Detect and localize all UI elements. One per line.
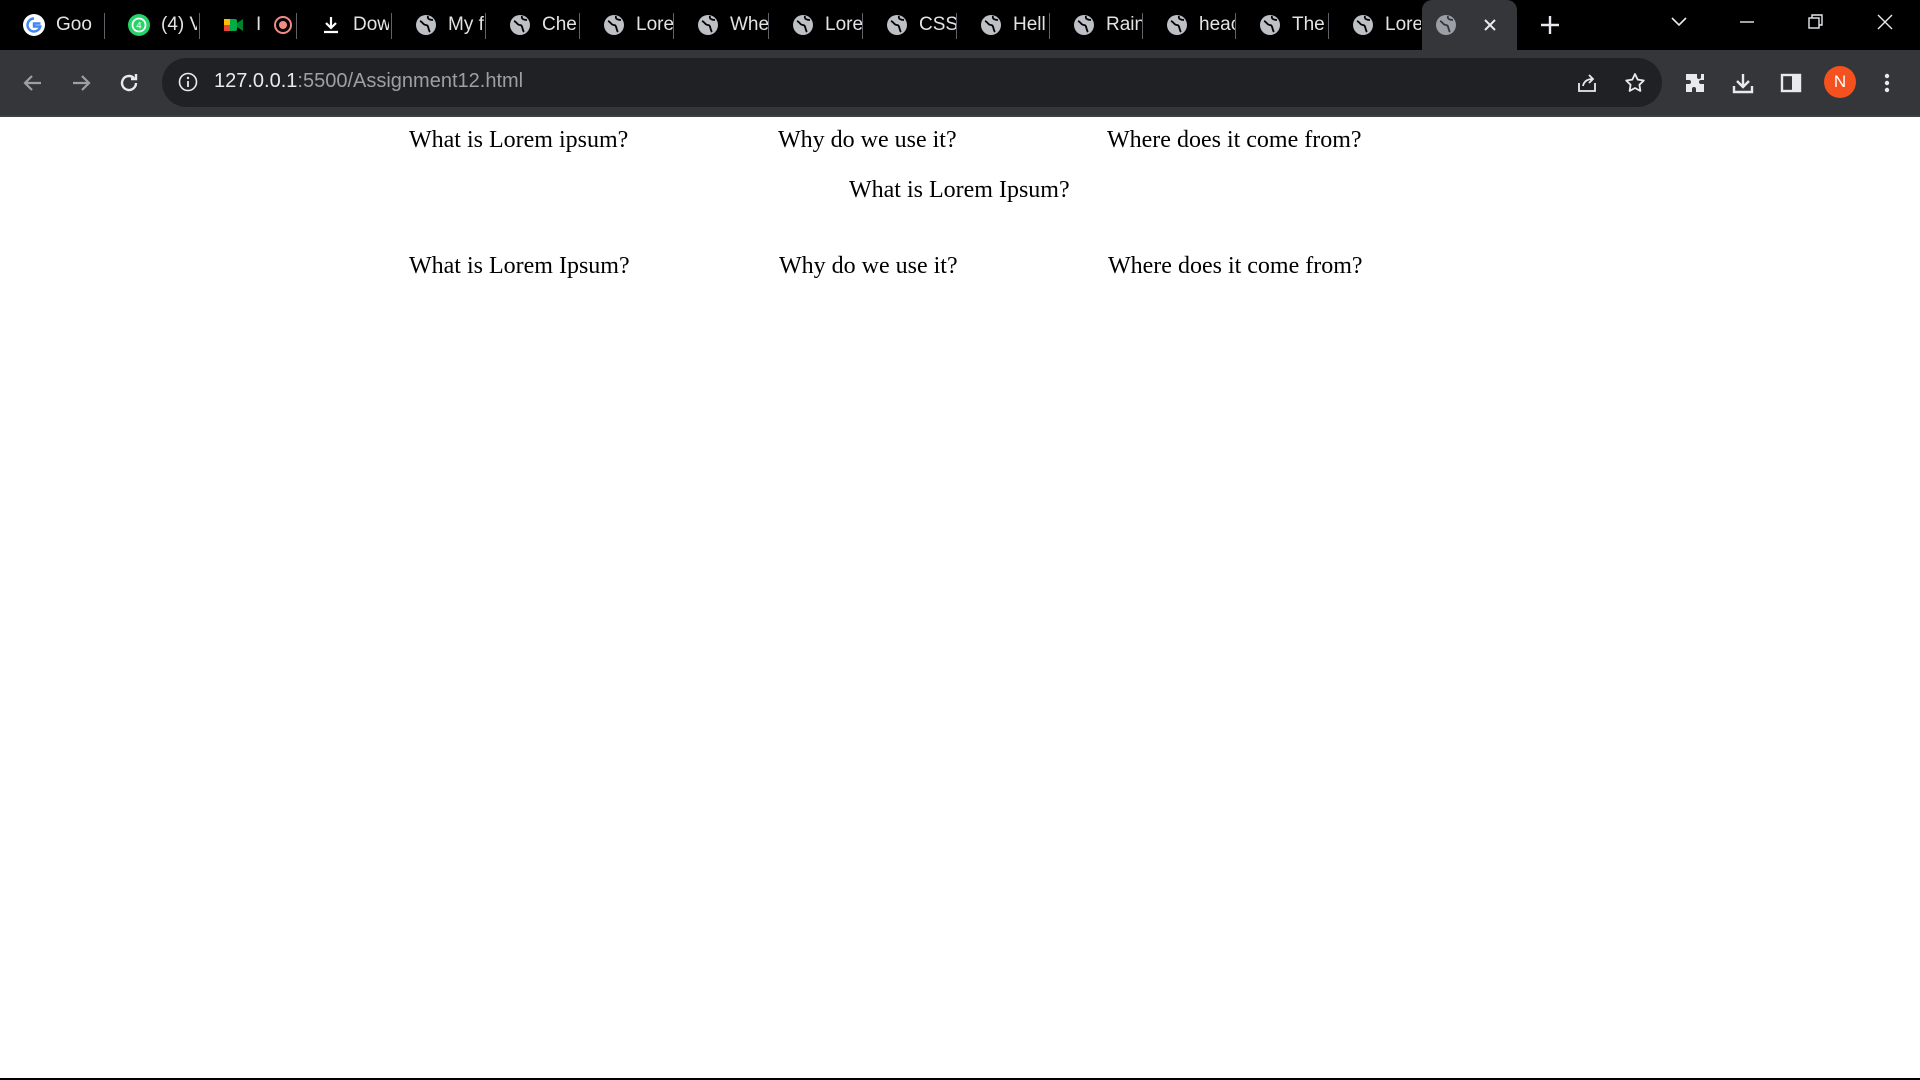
tab-page-7[interactable]: Lore bbox=[580, 0, 674, 50]
tab-label: I bbox=[256, 14, 262, 35]
globe-icon bbox=[508, 13, 532, 37]
tab-label: Che bbox=[542, 14, 577, 35]
top-nav-item-where: Where does it come from? bbox=[1107, 127, 1362, 153]
forward-icon[interactable] bbox=[64, 66, 98, 100]
tab-label: The bbox=[1292, 14, 1325, 35]
tab-label: Hell bbox=[1013, 14, 1046, 35]
tab-label: Dow bbox=[353, 14, 389, 35]
tab-google[interactable]: Goo bbox=[0, 0, 105, 50]
tab-label: My f bbox=[448, 14, 484, 35]
tab-active[interactable] bbox=[1422, 0, 1517, 50]
downloads-icon[interactable] bbox=[1726, 66, 1760, 100]
tab-strip: Goo 4 (4) V I Dow My f Che Lore Whe Lore… bbox=[0, 0, 1920, 50]
profile-avatar[interactable]: N bbox=[1824, 66, 1856, 98]
close-window-icon[interactable] bbox=[1855, 0, 1915, 44]
tab-label: Lore bbox=[1385, 14, 1421, 35]
url-host: 127.0.0.1 bbox=[214, 70, 298, 92]
site-info-icon[interactable] bbox=[176, 70, 200, 94]
tab-page-6[interactable]: Che bbox=[486, 0, 580, 50]
recording-icon bbox=[274, 16, 292, 34]
bottom-nav-item-where: Where does it come from? bbox=[1108, 253, 1363, 279]
tab-label: Rain bbox=[1106, 14, 1142, 35]
top-nav-item-what: What is Lorem ipsum? bbox=[409, 127, 629, 153]
viewport-border bbox=[0, 115, 1920, 117]
address-bar[interactable]: 127.0.0.1:5500/Assignment12.html bbox=[162, 58, 1662, 107]
globe-icon bbox=[1434, 13, 1458, 37]
restore-icon[interactable] bbox=[1786, 0, 1846, 44]
tab-page-5[interactable]: My f bbox=[392, 0, 486, 50]
tab-page-8[interactable]: Whe bbox=[674, 0, 769, 50]
menu-kebab-icon[interactable] bbox=[1870, 66, 1904, 100]
extensions-icon[interactable] bbox=[1678, 66, 1712, 100]
google-meet-icon bbox=[222, 13, 246, 37]
tab-page-15[interactable]: Lore bbox=[1329, 0, 1422, 50]
url-path: :5500/Assignment12.html bbox=[297, 70, 524, 92]
tab-page-11[interactable]: Hell bbox=[957, 0, 1050, 50]
bottom-nav-item-why: Why do we use it? bbox=[779, 253, 958, 279]
globe-icon bbox=[602, 13, 626, 37]
share-icon[interactable] bbox=[1574, 70, 1600, 96]
top-nav-item-why: Why do we use it? bbox=[778, 127, 957, 153]
tab-page-12[interactable]: Rain bbox=[1050, 0, 1143, 50]
tab-page-13[interactable]: heac bbox=[1143, 0, 1236, 50]
close-tab-icon[interactable] bbox=[1477, 12, 1503, 38]
download-icon bbox=[319, 13, 343, 37]
tab-search-icon[interactable] bbox=[1649, 0, 1709, 44]
tab-downloads[interactable]: Dow bbox=[297, 0, 392, 50]
svg-text:4: 4 bbox=[136, 22, 142, 32]
page-viewport bbox=[0, 115, 1920, 1080]
tab-label: heac bbox=[1199, 14, 1235, 35]
tab-label: Whe bbox=[730, 14, 768, 35]
globe-icon bbox=[414, 13, 438, 37]
globe-icon bbox=[1165, 13, 1189, 37]
globe-icon bbox=[1258, 13, 1282, 37]
url-text[interactable]: 127.0.0.1:5500/Assignment12.html bbox=[214, 70, 523, 93]
tab-label: Lore bbox=[636, 14, 674, 35]
whatsapp-icon: 4 bbox=[127, 13, 151, 37]
tab-label: Lore bbox=[825, 14, 863, 35]
globe-icon bbox=[1072, 13, 1096, 37]
back-icon[interactable] bbox=[16, 66, 50, 100]
tab-label: (4) V bbox=[161, 14, 197, 35]
bottom-nav-item-what: What is Lorem Ipsum? bbox=[409, 253, 630, 279]
reload-icon[interactable] bbox=[112, 66, 146, 100]
tab-label: CSS bbox=[919, 14, 957, 35]
tab-page-9[interactable]: Lore bbox=[769, 0, 863, 50]
tab-google-meet[interactable]: I bbox=[200, 0, 297, 50]
tab-page-14[interactable]: The bbox=[1236, 0, 1329, 50]
tab-page-10[interactable]: CSS bbox=[863, 0, 957, 50]
globe-icon bbox=[1351, 13, 1375, 37]
globe-icon bbox=[791, 13, 815, 37]
browser-toolbar: 127.0.0.1:5500/Assignment12.html N bbox=[0, 50, 1920, 115]
tab-whatsapp[interactable]: 4 (4) V bbox=[105, 0, 200, 50]
new-tab-icon[interactable] bbox=[1535, 10, 1565, 40]
tab-label: Goo bbox=[56, 14, 92, 35]
bookmark-star-icon[interactable] bbox=[1622, 70, 1648, 96]
center-heading: What is Lorem Ipsum? bbox=[849, 177, 1070, 203]
globe-icon bbox=[885, 13, 909, 37]
side-panel-icon[interactable] bbox=[1774, 66, 1808, 100]
google-icon bbox=[22, 13, 46, 37]
globe-icon bbox=[696, 13, 720, 37]
globe-icon bbox=[979, 13, 1003, 37]
minimize-icon[interactable] bbox=[1717, 0, 1777, 44]
